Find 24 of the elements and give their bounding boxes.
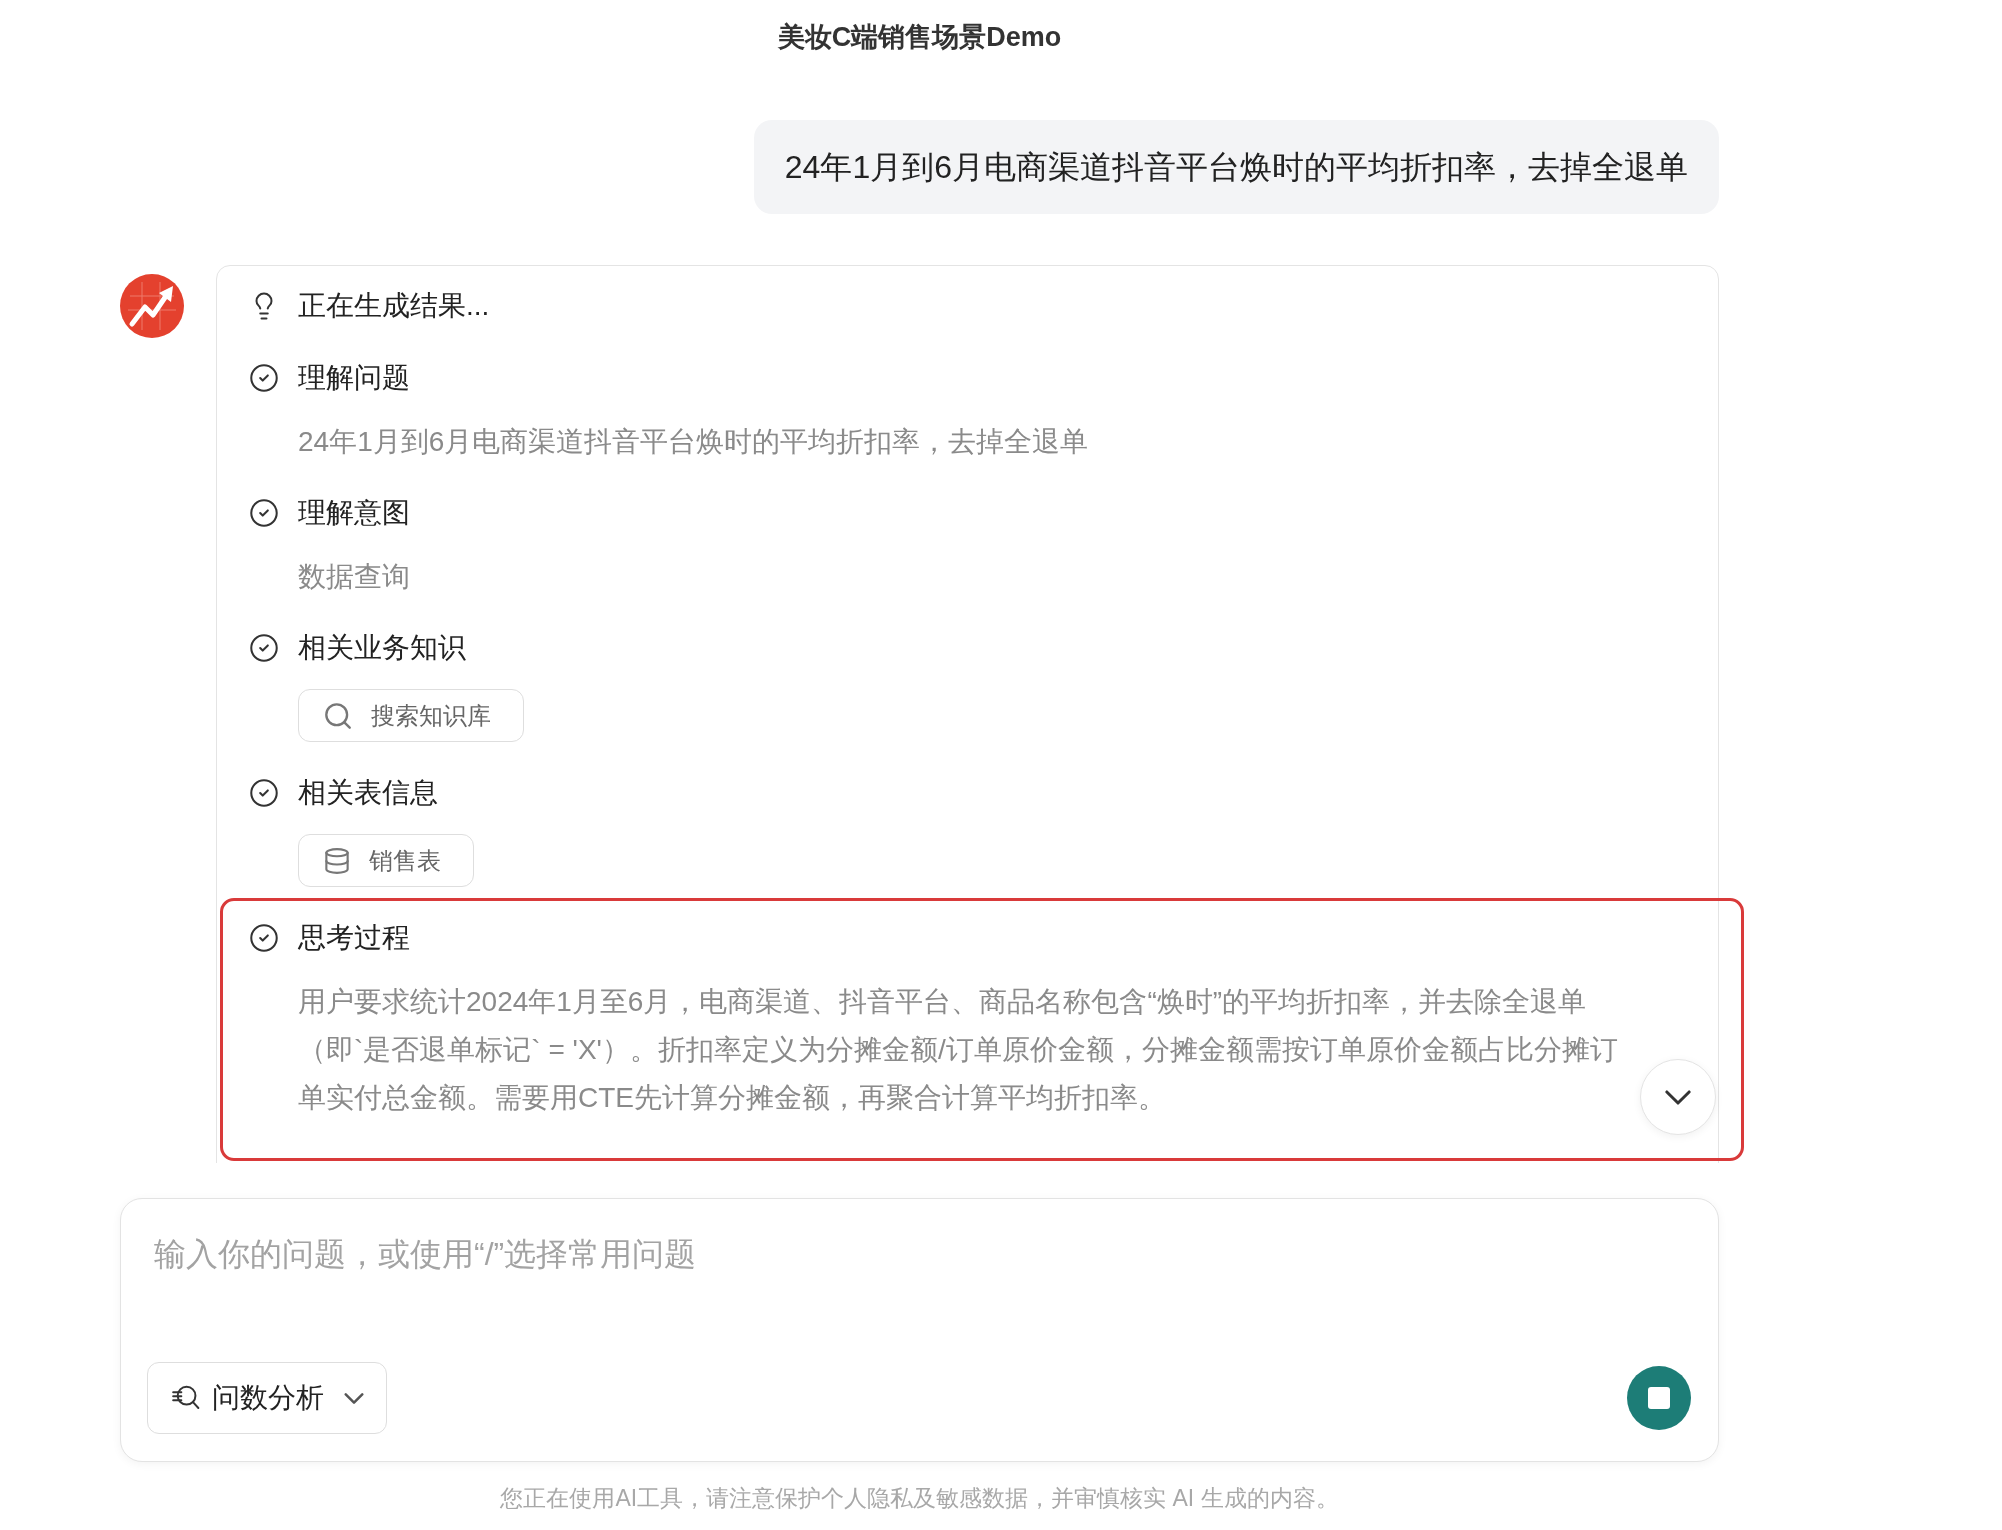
- caret-icon: [344, 1392, 364, 1404]
- chevron-down-icon: [1665, 1089, 1691, 1105]
- database-icon: [325, 847, 349, 874]
- table-button[interactable]: 销售表: [298, 834, 474, 887]
- step-title: 相关业务知识: [298, 631, 466, 665]
- step-detail-text: 24年1月到6月电商渠道抖音平台焕时的平均折扣率，去掉全退单: [298, 425, 1090, 459]
- mode-dropdown-button[interactable]: 问数分析: [147, 1362, 387, 1434]
- disclaimer-text: 您正在使用AI工具，请注意保护个人隐私及敏感数据，并审慎核实 AI 生成的内容。: [500, 1485, 1339, 1511]
- knowledge-base-button[interactable]: 搜索知识库: [298, 689, 524, 742]
- user-message: 24年1月到6月电商渠道抖音平台焕时的平均折扣率，去掉全退单: [753, 120, 1719, 214]
- step-title: 相关表信息: [298, 776, 438, 810]
- step-detail-text: 用户要求统计2024年1月至6月，电商渠道、抖音平台、商品名称包含“焕时”的平均折扣率，并去除全退单（即`是否退单标记` = 'X'）。折扣率定义为分摊金额/订单原价金额，分摊金额需按订单原价金额占比分摊订单实付总金额。需要用CTE先计算分摊金额，再聚合计算平均折扣率。: [298, 985, 1619, 1115]
- lightbulb-icon: [254, 292, 274, 320]
- step-detail-text: 数据查询: [298, 560, 411, 594]
- stop-icon: [1648, 1387, 1670, 1409]
- status-text: 正在生成结果...: [298, 289, 490, 323]
- chat-input-box[interactable]: 输入你的问题，或使用“/”选择常用问题 问数分析: [120, 1198, 1719, 1462]
- search-icon: [325, 702, 351, 729]
- page-title: 美妆C端销售场景Demo: [777, 21, 1062, 54]
- list-search-icon: [172, 1385, 200, 1411]
- step-title: 思考过程: [298, 921, 410, 955]
- question-input[interactable]: 输入你的问题，或使用“/”选择常用问题: [147, 1225, 1691, 1335]
- step-title: 理解意图: [298, 496, 410, 530]
- step-title: 理解问题: [298, 361, 410, 395]
